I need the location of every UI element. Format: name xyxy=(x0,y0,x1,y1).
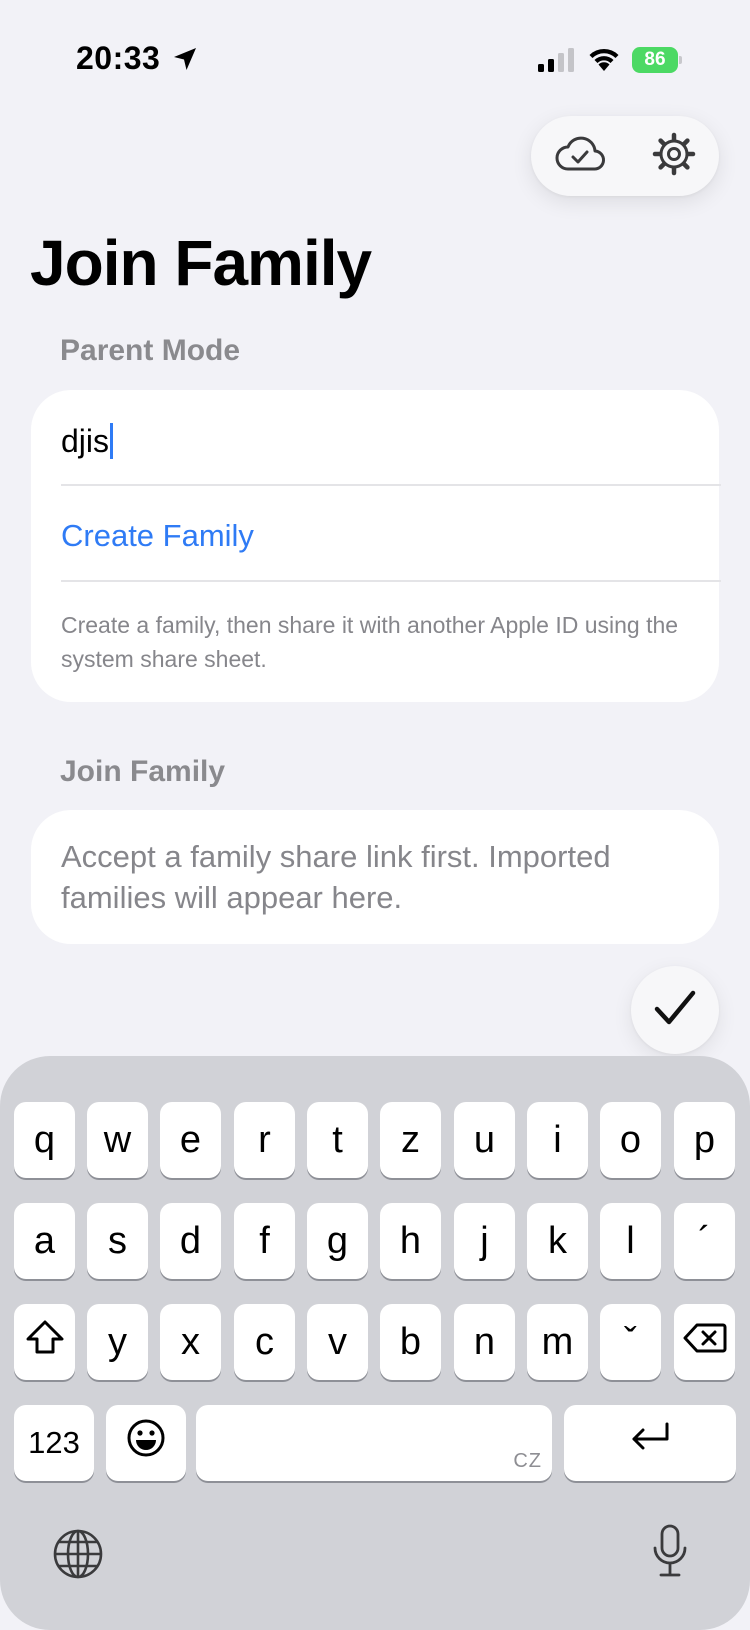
key-g[interactable]: g xyxy=(307,1203,368,1279)
shift-icon xyxy=(25,1319,65,1365)
join-family-header: Join Family xyxy=(60,755,226,788)
key-e[interactable]: e xyxy=(160,1102,221,1178)
key-v[interactable]: v xyxy=(307,1304,368,1380)
create-family-button[interactable]: Create Family xyxy=(61,518,254,554)
key-w[interactable]: w xyxy=(87,1102,148,1178)
emoji-key[interactable] xyxy=(106,1405,186,1481)
key-m[interactable]: m xyxy=(527,1304,588,1380)
family-name-value: djis xyxy=(61,422,110,459)
wifi-icon xyxy=(586,44,622,77)
toolbar-pill xyxy=(531,116,719,196)
key-x[interactable]: x xyxy=(160,1304,221,1380)
settings-button[interactable] xyxy=(643,128,705,184)
delete-key[interactable] xyxy=(674,1304,735,1380)
key-k[interactable]: k xyxy=(527,1203,588,1279)
icloud-sync-button[interactable] xyxy=(545,128,615,184)
key-l[interactable]: l xyxy=(600,1203,661,1279)
key-caron[interactable]: ˇ xyxy=(600,1304,661,1380)
parent-mode-footnote: Create a family, then share it with anot… xyxy=(61,612,679,672)
key-t[interactable]: t xyxy=(307,1102,368,1178)
key-q[interactable]: q xyxy=(14,1102,75,1178)
key-f[interactable]: f xyxy=(234,1203,295,1279)
key-d[interactable]: d xyxy=(160,1203,221,1279)
parent-mode-header: Parent Mode xyxy=(60,334,241,367)
page-title: Join Family xyxy=(30,227,372,299)
space-language-label: CZ xyxy=(513,1450,542,1472)
globe-icon xyxy=(52,1529,104,1584)
key-o[interactable]: o xyxy=(600,1102,661,1178)
battery-indicator: 86 xyxy=(632,47,682,73)
cellular-signal-icon xyxy=(538,48,576,77)
status-time: 20:33 xyxy=(76,40,161,76)
key-j[interactable]: j xyxy=(454,1203,515,1279)
key-c[interactable]: c xyxy=(234,1304,295,1380)
key-y[interactable]: y xyxy=(87,1304,148,1380)
return-key[interactable] xyxy=(564,1405,736,1481)
battery-cap xyxy=(679,56,682,64)
parent-mode-card: djis Create Family Create a family, then… xyxy=(31,390,721,702)
done-button[interactable] xyxy=(631,966,719,1054)
globe-key[interactable] xyxy=(52,1528,104,1585)
status-bar: 20:33 86 xyxy=(0,0,750,120)
key-z[interactable]: z xyxy=(380,1102,441,1178)
return-icon xyxy=(629,1421,671,1465)
dictation-key[interactable] xyxy=(652,1524,688,1585)
key-s[interactable]: s xyxy=(87,1203,148,1279)
key-acute[interactable]: ´ xyxy=(674,1203,735,1279)
icloud-check-icon xyxy=(554,135,606,178)
microphone-icon xyxy=(652,1524,688,1584)
numbers-key[interactable]: 123 xyxy=(14,1405,94,1481)
join-family-card: Accept a family share link first. Import… xyxy=(31,810,719,944)
key-h[interactable]: h xyxy=(380,1203,441,1279)
battery-level: 86 xyxy=(632,47,678,73)
divider xyxy=(61,484,721,486)
checkmark-icon xyxy=(654,989,696,1032)
location-arrow-icon xyxy=(172,46,198,77)
key-n[interactable]: n xyxy=(454,1304,515,1380)
shift-key[interactable] xyxy=(14,1304,75,1380)
join-family-note: Accept a family share link first. Import… xyxy=(61,839,611,915)
emoji-icon xyxy=(126,1418,166,1468)
divider xyxy=(61,580,721,582)
key-i[interactable]: i xyxy=(527,1102,588,1178)
gear-icon xyxy=(652,132,696,181)
space-key[interactable]: CZ xyxy=(196,1405,552,1481)
backspace-icon xyxy=(683,1321,727,1364)
key-a[interactable]: a xyxy=(14,1203,75,1279)
key-r[interactable]: r xyxy=(234,1102,295,1178)
key-p[interactable]: p xyxy=(674,1102,735,1178)
key-u[interactable]: u xyxy=(454,1102,515,1178)
text-caret xyxy=(110,423,114,459)
family-name-input[interactable]: djis xyxy=(61,416,689,466)
key-b[interactable]: b xyxy=(380,1304,441,1380)
